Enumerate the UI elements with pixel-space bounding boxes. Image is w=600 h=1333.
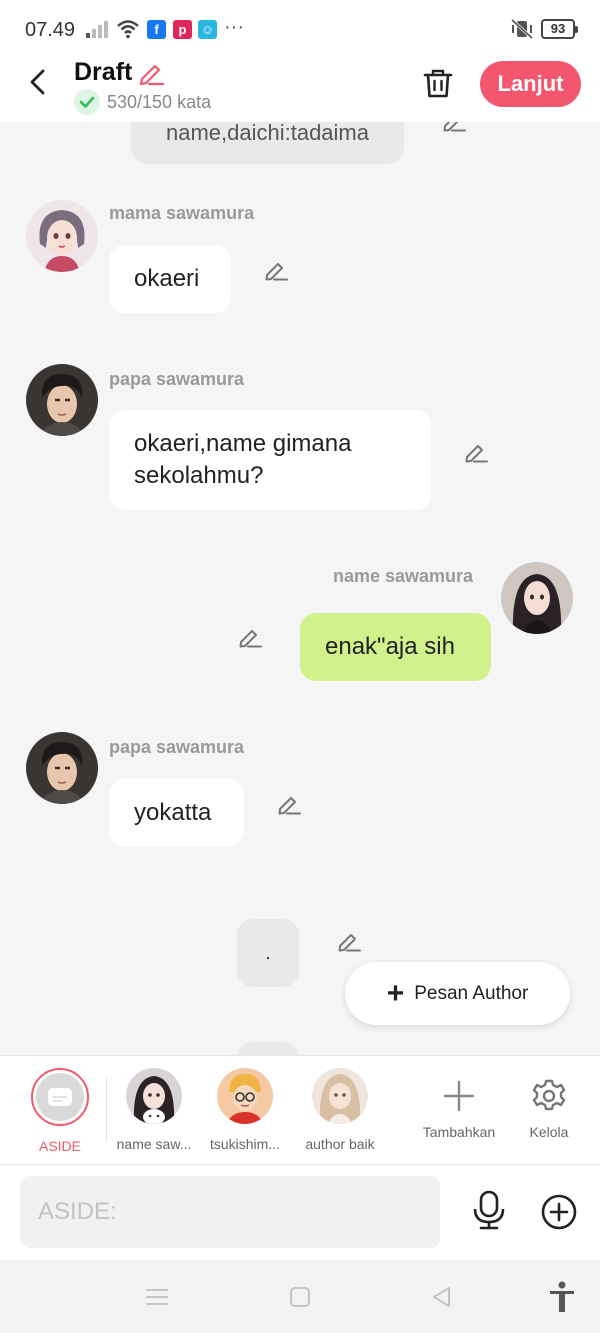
character-label: name saw... — [116, 1136, 192, 1152]
avatar — [312, 1068, 368, 1124]
edit-message-icon[interactable] — [276, 791, 302, 817]
page-title: Draft — [74, 58, 133, 86]
plus-icon — [414, 1068, 504, 1124]
edit-title-icon[interactable] — [137, 59, 165, 87]
sender-name: papa sawamura — [109, 369, 245, 389]
avatar[interactable] — [501, 562, 573, 634]
message-bubble[interactable]: okaeri,name gimana sekolahmu? — [109, 410, 431, 510]
character-aside[interactable]: ASIDE — [15, 1068, 105, 1154]
manage-characters-button[interactable]: Kelola — [504, 1068, 594, 1140]
microphone-icon[interactable] — [471, 1190, 507, 1230]
facebook-icon: f — [147, 20, 166, 39]
status-time: 07.49 — [25, 19, 76, 41]
vibrate-off-icon — [510, 19, 534, 39]
character-label: Kelola — [529, 1124, 569, 1140]
word-count: 530/150 kata — [107, 92, 212, 112]
edit-message-icon[interactable] — [237, 624, 263, 650]
aside-avatar — [31, 1068, 89, 1126]
message-bubble[interactable]: enak"aja sih — [300, 613, 491, 681]
back-nav-icon[interactable] — [429, 1284, 455, 1310]
app-notification-icon: ☺ — [198, 20, 217, 39]
add-circle-icon[interactable] — [540, 1193, 578, 1231]
system-nav-bar — [0, 1260, 600, 1333]
edit-message-icon[interactable] — [441, 122, 467, 134]
add-author-message-label: Pesan Author — [414, 982, 529, 1004]
message-bubble[interactable]: name,daichi:tadaima — [131, 122, 404, 164]
add-character-button[interactable]: Tambahkan — [414, 1068, 504, 1140]
avatar[interactable] — [26, 200, 98, 272]
character-item[interactable]: name saw... — [109, 1068, 199, 1152]
character-label: author baik — [305, 1136, 375, 1152]
composer — [0, 1165, 600, 1260]
check-icon — [74, 89, 100, 115]
home-icon[interactable] — [287, 1284, 313, 1310]
avatar — [217, 1068, 273, 1124]
message-bubble[interactable]: . — [237, 919, 299, 987]
sender-name: papa sawamura — [109, 737, 245, 757]
menu-icon[interactable] — [144, 1284, 170, 1310]
character-label: tsukishim... — [209, 1136, 280, 1152]
character-item[interactable]: tsukishim... — [200, 1068, 290, 1152]
sender-name: mama sawamura — [109, 203, 255, 223]
accessibility-icon[interactable] — [548, 1281, 576, 1313]
back-arrow-icon[interactable] — [24, 68, 52, 96]
avatar[interactable] — [26, 364, 98, 436]
character-label: Tambahkan — [422, 1124, 496, 1140]
edit-message-icon[interactable] — [263, 257, 289, 283]
message-input[interactable] — [20, 1176, 440, 1248]
status-bar: 07.49 f p ☺ ··· 93 — [0, 0, 600, 58]
character-item[interactable]: author baik — [295, 1068, 385, 1152]
more-notifications-icon: ··· — [224, 16, 244, 38]
add-author-message-button[interactable]: + Pesan Author — [345, 962, 570, 1025]
sender-name: name sawamura — [333, 566, 474, 586]
edit-message-icon[interactable] — [463, 439, 489, 465]
avatar — [126, 1068, 182, 1124]
signal-icon — [86, 21, 108, 38]
wifi-icon — [117, 20, 139, 39]
next-button[interactable]: Lanjut — [480, 61, 581, 107]
chat-area[interactable]: name,daichi:tadaima mama sawamura okaeri… — [0, 122, 600, 1055]
battery-indicator: 93 — [541, 19, 578, 39]
aside-bubble-icon — [48, 1088, 72, 1106]
message-bubble-partial[interactable] — [237, 1042, 299, 1055]
gear-icon — [504, 1068, 594, 1124]
avatar[interactable] — [26, 732, 98, 804]
edit-message-icon[interactable] — [336, 928, 362, 954]
character-bar: ASIDE name saw... tsukishim... author ba… — [0, 1055, 600, 1165]
message-bubble[interactable]: yokatta — [109, 779, 244, 847]
character-label: ASIDE — [38, 1138, 81, 1154]
message-bubble[interactable]: okaeri — [109, 245, 231, 313]
plus-icon: + — [386, 976, 405, 1010]
app-header: Draft 530/150 kata Lanjut — [0, 58, 600, 122]
trash-icon[interactable] — [421, 66, 455, 100]
divider — [106, 1078, 107, 1142]
pinterest-icon: p — [173, 20, 192, 39]
